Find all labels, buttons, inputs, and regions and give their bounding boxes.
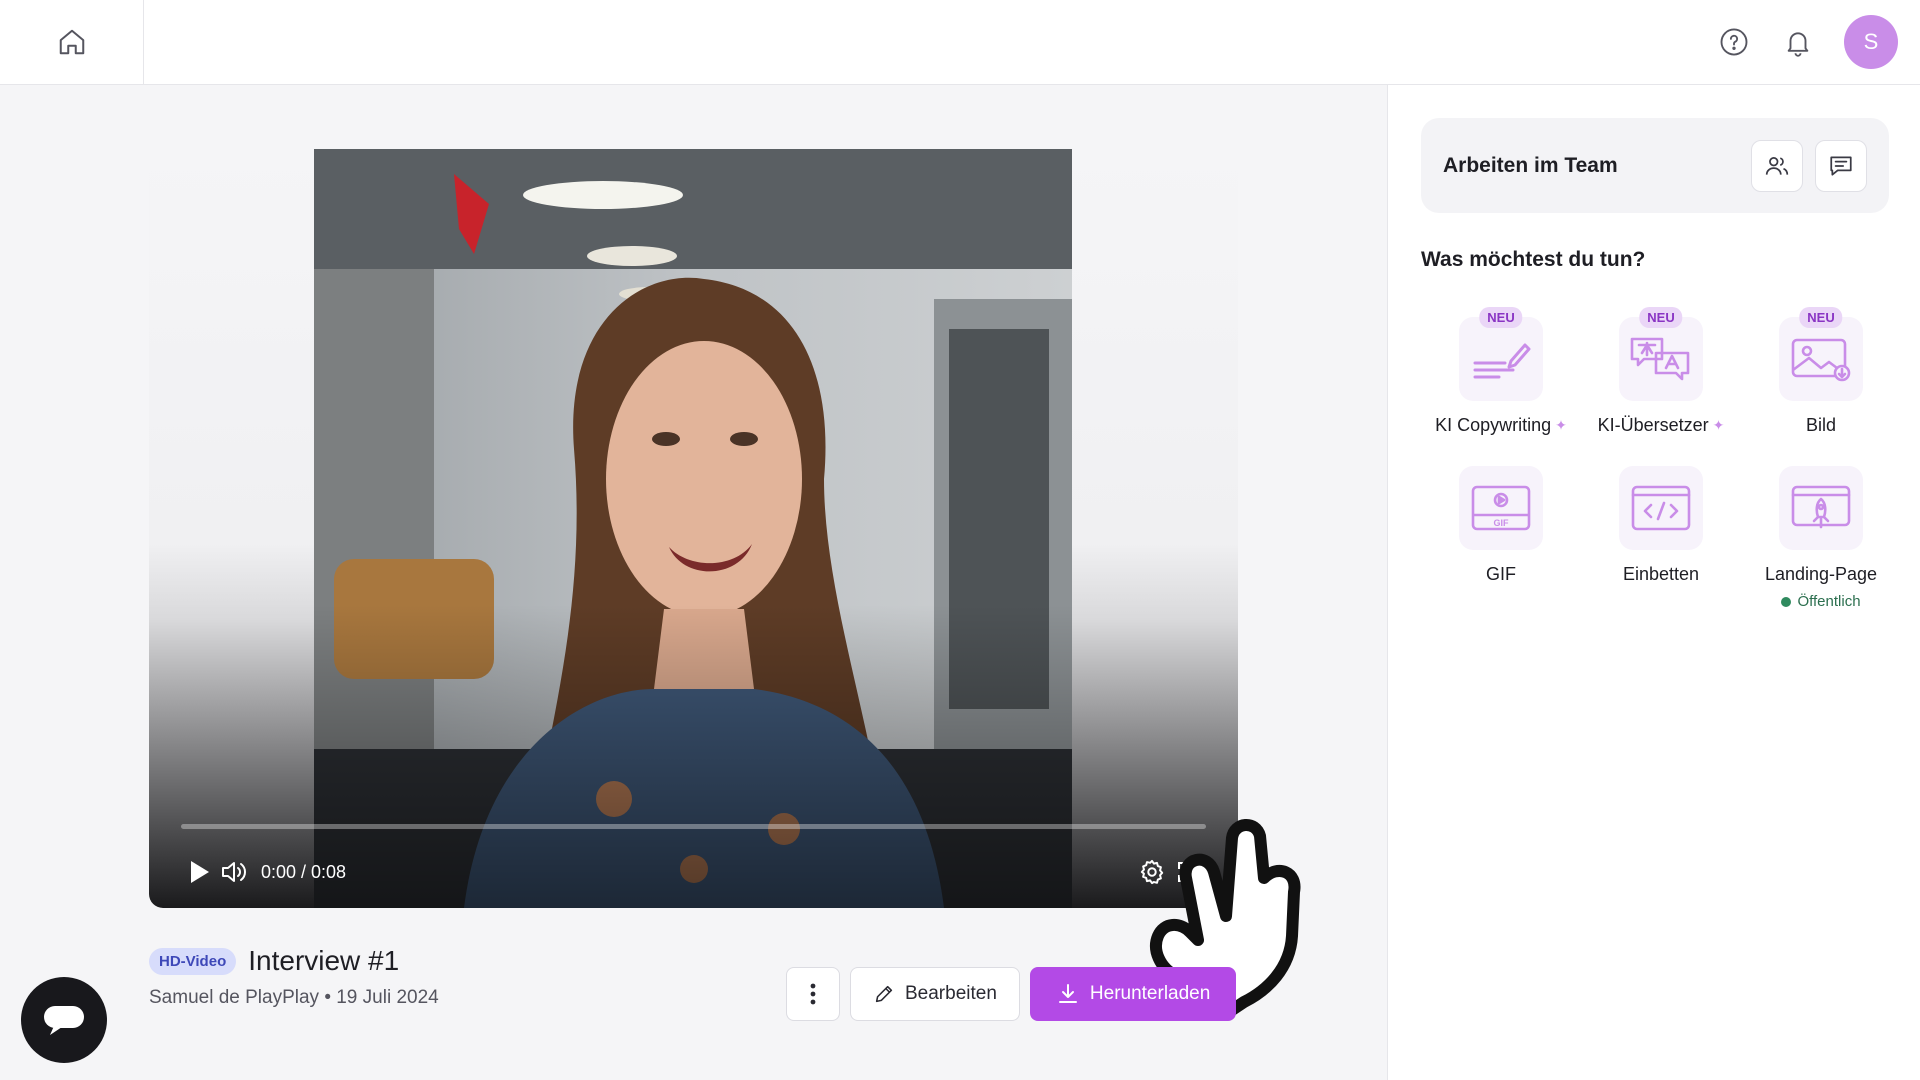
svg-text:GIF: GIF <box>1494 518 1510 528</box>
help-button[interactable] <box>1716 24 1752 60</box>
tool-label-text: Einbetten <box>1622 564 1700 584</box>
video-subline: Samuel de PlayPlay • 19 Juli 2024 <box>149 987 439 1008</box>
play-button[interactable] <box>181 854 217 890</box>
tool-label: Bild <box>1806 415 1836 436</box>
download-button[interactable]: Herunterladen <box>1029 967 1237 1021</box>
copywriting-icon <box>1473 343 1531 379</box>
more-options-button[interactable] <box>786 967 840 1021</box>
public-status: Öffentlich <box>1781 593 1861 610</box>
tool-label-text: GIF <box>1486 564 1516 584</box>
landing-page-icon <box>1791 485 1851 529</box>
top-bar: S <box>0 0 1920 85</box>
sparkle-icon: ✦ <box>1555 417 1567 433</box>
tool-label-text: Bild <box>1805 415 1836 435</box>
team-members-button[interactable] <box>1751 139 1803 192</box>
video-title: Interview #1 <box>248 945 400 976</box>
tool-label-text: KI Copywriting <box>1435 415 1552 435</box>
play-icon <box>191 861 209 883</box>
video-actions: Bearbeiten Herunterladen <box>786 967 1237 1021</box>
avatar[interactable]: S <box>1844 15 1898 69</box>
tool-gif[interactable]: GIF GIF <box>1421 466 1581 610</box>
tools-grid: NEU KI Copywriting ✦ NEU KI-Übersetzer ✦… <box>1421 307 1901 610</box>
volume-button[interactable] <box>217 854 253 890</box>
right-sidebar: Arbeiten im Team Was möchtest du tun? NE… <box>1387 85 1920 1080</box>
tool-ki-copywriting[interactable]: NEU KI Copywriting ✦ <box>1421 307 1581 436</box>
volume-icon <box>222 862 246 882</box>
time-display: 0:00 / 0:08 <box>261 861 347 882</box>
video-player[interactable]: 0:00 / 0:08 <box>149 149 1238 908</box>
hd-video-badge: HD-Video <box>149 947 237 975</box>
player-controls: 0:00 / 0:08 <box>149 808 1238 908</box>
home-button[interactable] <box>0 0 144 84</box>
embed-code-icon <box>1631 485 1691 531</box>
tool-icon-box: NEU <box>1779 307 1863 401</box>
question-heading: Was möchtest du tun? <box>1421 248 1646 271</box>
tool-icon-box: NEU <box>1619 307 1703 401</box>
tool-label-text: Landing-Page <box>1764 564 1878 584</box>
team-label: Arbeiten im Team <box>1443 153 1618 177</box>
download-button-label: Herunterladen <box>1089 983 1211 1004</box>
comment-icon <box>1830 155 1852 176</box>
new-badge: NEU <box>1639 307 1683 328</box>
progress-bar[interactable] <box>181 824 1206 829</box>
title-row: HD-Video Interview #1 <box>149 945 439 977</box>
sparkle-icon: ✦ <box>1712 417 1725 433</box>
tool-icon-box <box>1779 466 1863 550</box>
comments-button[interactable] <box>1815 139 1867 192</box>
tool-einbetten[interactable]: Einbetten <box>1581 466 1741 610</box>
video-still-image <box>314 149 1072 908</box>
help-circle-icon <box>1720 28 1748 56</box>
download-icon <box>1058 984 1077 1003</box>
edit-button-label: Bearbeiten <box>905 983 997 1004</box>
tool-label: KI Copywriting ✦ <box>1435 415 1567 436</box>
status-dot <box>1781 596 1792 607</box>
edit-button[interactable]: Bearbeiten <box>850 967 1020 1021</box>
gif-icon: GIF <box>1471 485 1531 531</box>
home-icon <box>59 29 84 55</box>
tool-icon-box <box>1619 466 1703 550</box>
status-text: Öffentlich <box>1797 593 1861 610</box>
team-card: Arbeiten im Team <box>1421 118 1889 213</box>
chat-support-button[interactable] <box>21 977 107 1063</box>
users-icon <box>1765 156 1789 175</box>
tool-icon-box: NEU <box>1459 307 1543 401</box>
video-meta: HD-Video Interview #1 Samuel de PlayPlay… <box>149 945 439 1009</box>
tool-ki-uebersetzer[interactable]: NEU KI-Übersetzer ✦ <box>1581 307 1741 436</box>
controls-row: 0:00 / 0:08 <box>181 854 1206 890</box>
new-badge: NEU <box>1799 307 1843 328</box>
tool-label: GIF <box>1486 564 1516 585</box>
notifications-button[interactable] <box>1780 24 1816 60</box>
tool-label: Landing-Page <box>1765 564 1877 585</box>
chat-icon <box>44 1006 84 1035</box>
video-frame <box>314 149 1072 908</box>
bell-icon <box>1787 32 1809 57</box>
new-badge: NEU <box>1479 307 1523 328</box>
translator-icon <box>1630 337 1690 381</box>
more-vertical-icon <box>810 983 816 1005</box>
tool-landing-page[interactable]: Landing-Page Öffentlich <box>1741 466 1901 610</box>
tool-label-text: KI-Übersetzer <box>1597 415 1709 435</box>
tool-bild[interactable]: NEU Bild <box>1741 307 1901 436</box>
image-icon <box>1791 338 1851 382</box>
tool-label: KI-Übersetzer ✦ <box>1598 415 1725 436</box>
tool-icon-box: GIF <box>1459 466 1543 550</box>
tool-label: Einbetten <box>1623 564 1699 585</box>
top-right-actions: S <box>1716 0 1898 84</box>
main-content: 0:00 / 0:08 HD-Video Interview #1 Samuel… <box>0 85 1387 1080</box>
pencil-icon <box>875 985 893 1003</box>
